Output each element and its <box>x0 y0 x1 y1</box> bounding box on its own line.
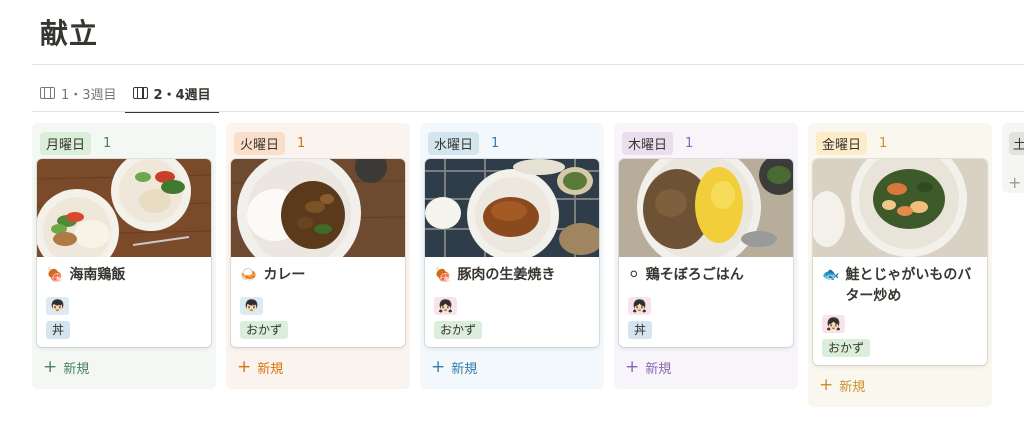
column-header[interactable]: 土 <box>1006 129 1024 157</box>
cover-image <box>425 159 599 257</box>
category-tag: おかず <box>240 321 289 339</box>
tab-label: 1・3週目 <box>61 87 117 103</box>
new-card-button[interactable]: + 新規 <box>37 351 211 383</box>
card-title-text: 鮭とじゃがいものバター炒め <box>845 267 972 304</box>
tab-label: 2・4週目 <box>153 87 211 103</box>
column-name: 土 <box>1009 131 1024 155</box>
board-view-icon <box>132 87 148 99</box>
card-chicken-soboro[interactable]: ⚪ 鶏そぼろごはん 👧🏻 丼 <box>619 159 793 347</box>
card-title-text: 豚肉の生姜焼き <box>457 267 556 283</box>
column-header[interactable]: 水曜日 1 <box>425 129 599 157</box>
card-ginger-pork[interactable]: 🍖 豚肉の生姜焼き 👧🏻 おかず <box>425 159 599 347</box>
card-title: ⚪ 鶏そぼろごはん <box>628 265 784 289</box>
person-avatar: 👦🏻 <box>46 297 69 315</box>
column-name: 木曜日 <box>622 131 674 155</box>
card-title: 🍛 カレー <box>240 265 396 289</box>
column-count: 1 <box>297 135 306 151</box>
column-header[interactable]: 木曜日 1 <box>619 129 793 157</box>
card-title: 🍖 海南鶏飯 <box>46 265 202 289</box>
food-photo <box>425 159 599 257</box>
card-title-text: 鶏そぼろごはん <box>645 267 744 283</box>
column-name: 水曜日 <box>428 131 480 155</box>
food-photo <box>37 159 211 257</box>
board-view-icon <box>40 87 55 99</box>
column-name: 金曜日 <box>816 131 868 155</box>
person-avatar: 👦🏻 <box>240 297 263 315</box>
cover-image <box>231 159 405 257</box>
column-thursday: 木曜日 1 ⚪ 鶏そぼろごはん 👧🏻 丼 + 新規 <box>614 123 798 389</box>
page-title: 献立 <box>40 17 99 50</box>
view-tabs: 1・3週目 2・4週目 <box>32 74 219 113</box>
column-count: 1 <box>879 135 888 151</box>
category-tag: 丼 <box>628 321 653 339</box>
plus-icon[interactable]: + <box>1006 173 1024 192</box>
new-card-label: 新規 <box>839 379 866 395</box>
new-card-label: 新規 <box>451 361 478 377</box>
plus-icon: + <box>43 356 58 377</box>
column-saturday: 土 + <box>1002 123 1024 193</box>
plus-icon: + <box>237 356 252 377</box>
column-friday: 金曜日 1 🐟 鮭とじゃがいものバター炒め 👧🏻 おかず + 新規 <box>808 123 992 407</box>
person-avatar: 👧🏻 <box>628 297 651 315</box>
food-photo <box>231 159 405 257</box>
card-title-text: カレー <box>263 267 306 283</box>
plus-icon: + <box>625 356 640 377</box>
new-card-label: 新規 <box>63 361 90 377</box>
card-curry[interactable]: 🍛 カレー 👦🏻 おかず <box>231 159 405 347</box>
kanban-board: 月曜日 1 🍖 海南鶏飯 👦🏻 丼 + 新規 火曜日 1 🍛 カレー 👦🏻 おか… <box>32 123 1024 407</box>
column-count: 1 <box>103 135 112 151</box>
food-photo <box>813 159 987 257</box>
column-monday: 月曜日 1 🍖 海南鶏飯 👦🏻 丼 + 新規 <box>32 123 216 389</box>
column-tuesday: 火曜日 1 🍛 カレー 👦🏻 おかず + 新規 <box>226 123 410 389</box>
curry-icon: 🍛 <box>240 267 258 283</box>
tab-weeks-2-4[interactable]: 2・4週目 <box>124 74 219 113</box>
card-hainan-chicken-rice[interactable]: 🍖 海南鶏飯 👦🏻 丼 <box>37 159 211 347</box>
card-title-text: 海南鶏飯 <box>69 267 126 283</box>
column-header[interactable]: 月曜日 1 <box>37 129 211 157</box>
meat-icon: 🍖 <box>434 267 452 283</box>
new-card-button[interactable]: + 新規 <box>813 369 987 401</box>
meat-icon: 🍖 <box>46 267 64 283</box>
column-name: 火曜日 <box>234 131 286 155</box>
new-card-button[interactable]: + 新規 <box>231 351 405 383</box>
food-photo <box>619 159 793 257</box>
column-header[interactable]: 金曜日 1 <box>813 129 987 157</box>
card-salmon-potato[interactable]: 🐟 鮭とじゃがいものバター炒め 👧🏻 おかず <box>813 159 987 365</box>
title-divider <box>32 64 1024 65</box>
cover-image <box>619 159 793 257</box>
cover-image <box>813 159 987 257</box>
plus-icon: + <box>431 356 446 377</box>
person-avatar: 👧🏻 <box>822 315 845 333</box>
white-circle-icon: ⚪ <box>628 267 640 283</box>
card-title: 🐟 鮭とじゃがいものバター炒め <box>822 265 978 307</box>
plus-icon: + <box>819 374 834 395</box>
category-tag: おかず <box>434 321 483 339</box>
column-header[interactable]: 火曜日 1 <box>231 129 405 157</box>
column-count: 1 <box>491 135 500 151</box>
cover-image <box>37 159 211 257</box>
fish-icon: 🐟 <box>822 267 840 283</box>
card-title: 🍖 豚肉の生姜焼き <box>434 265 590 289</box>
tabs-divider <box>32 111 1024 112</box>
new-card-button[interactable]: + 新規 <box>425 351 599 383</box>
column-count: 1 <box>685 135 694 151</box>
tab-weeks-1-3[interactable]: 1・3週目 <box>32 74 125 112</box>
new-card-button[interactable]: + 新規 <box>619 351 793 383</box>
person-avatar: 👧🏻 <box>434 297 457 315</box>
new-card-label: 新規 <box>645 361 672 377</box>
column-name: 月曜日 <box>40 131 92 155</box>
column-wednesday: 水曜日 1 🍖 豚肉の生姜焼き 👧🏻 おかず + 新規 <box>420 123 604 389</box>
category-tag: おかず <box>822 339 871 357</box>
category-tag: 丼 <box>46 321 71 339</box>
new-card-label: 新規 <box>257 361 284 377</box>
